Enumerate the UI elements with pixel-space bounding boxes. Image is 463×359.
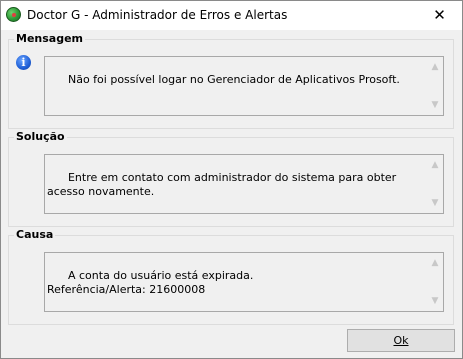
scroll-down-icon[interactable]: ▼ [430,196,440,210]
close-button[interactable]: ✕ [417,1,462,30]
cause-group: Causa A conta do usuário está expirada. … [8,228,454,325]
title-bar: Doctor G - Administrador de Erros e Aler… [1,1,462,30]
ok-label: Ok [393,334,409,347]
message-text: Não foi possível logar no Gerenciador de… [67,73,400,86]
cause-label: Causa [14,228,56,241]
scroll-down-icon[interactable]: ▼ [430,98,440,112]
scroll-up-icon[interactable]: ▲ [430,256,440,270]
ok-button[interactable]: Ok [347,329,455,352]
cause-textbox[interactable]: A conta do usuário está expirada. Referê… [44,252,444,312]
solution-label: Solução [14,130,67,143]
message-textbox[interactable]: Não foi possível logar no Gerenciador de… [44,56,444,116]
solution-textbox[interactable]: Entre em contato com administrador do si… [44,154,444,214]
cause-scrollbar[interactable]: ▲ ▼ [428,254,442,310]
solution-text: Entre em contato com administrador do si… [47,171,400,198]
cause-text: A conta do usuário está expirada. Referê… [47,269,254,296]
error-dialog: Doctor G - Administrador de Erros e Aler… [0,0,463,359]
scroll-up-icon[interactable]: ▲ [430,60,440,74]
window-title: Doctor G - Administrador de Erros e Aler… [27,8,288,22]
solution-group: Solução Entre em contato com administrad… [8,130,454,227]
scroll-up-icon[interactable]: ▲ [430,158,440,172]
message-group: Mensagem i Não foi possível logar no Ger… [8,32,454,129]
solution-scrollbar[interactable]: ▲ ▼ [428,156,442,212]
app-icon [6,7,21,22]
message-scrollbar[interactable]: ▲ ▼ [428,58,442,114]
scroll-down-icon[interactable]: ▼ [430,294,440,308]
info-icon: i [16,55,31,70]
message-label: Mensagem [14,32,86,45]
